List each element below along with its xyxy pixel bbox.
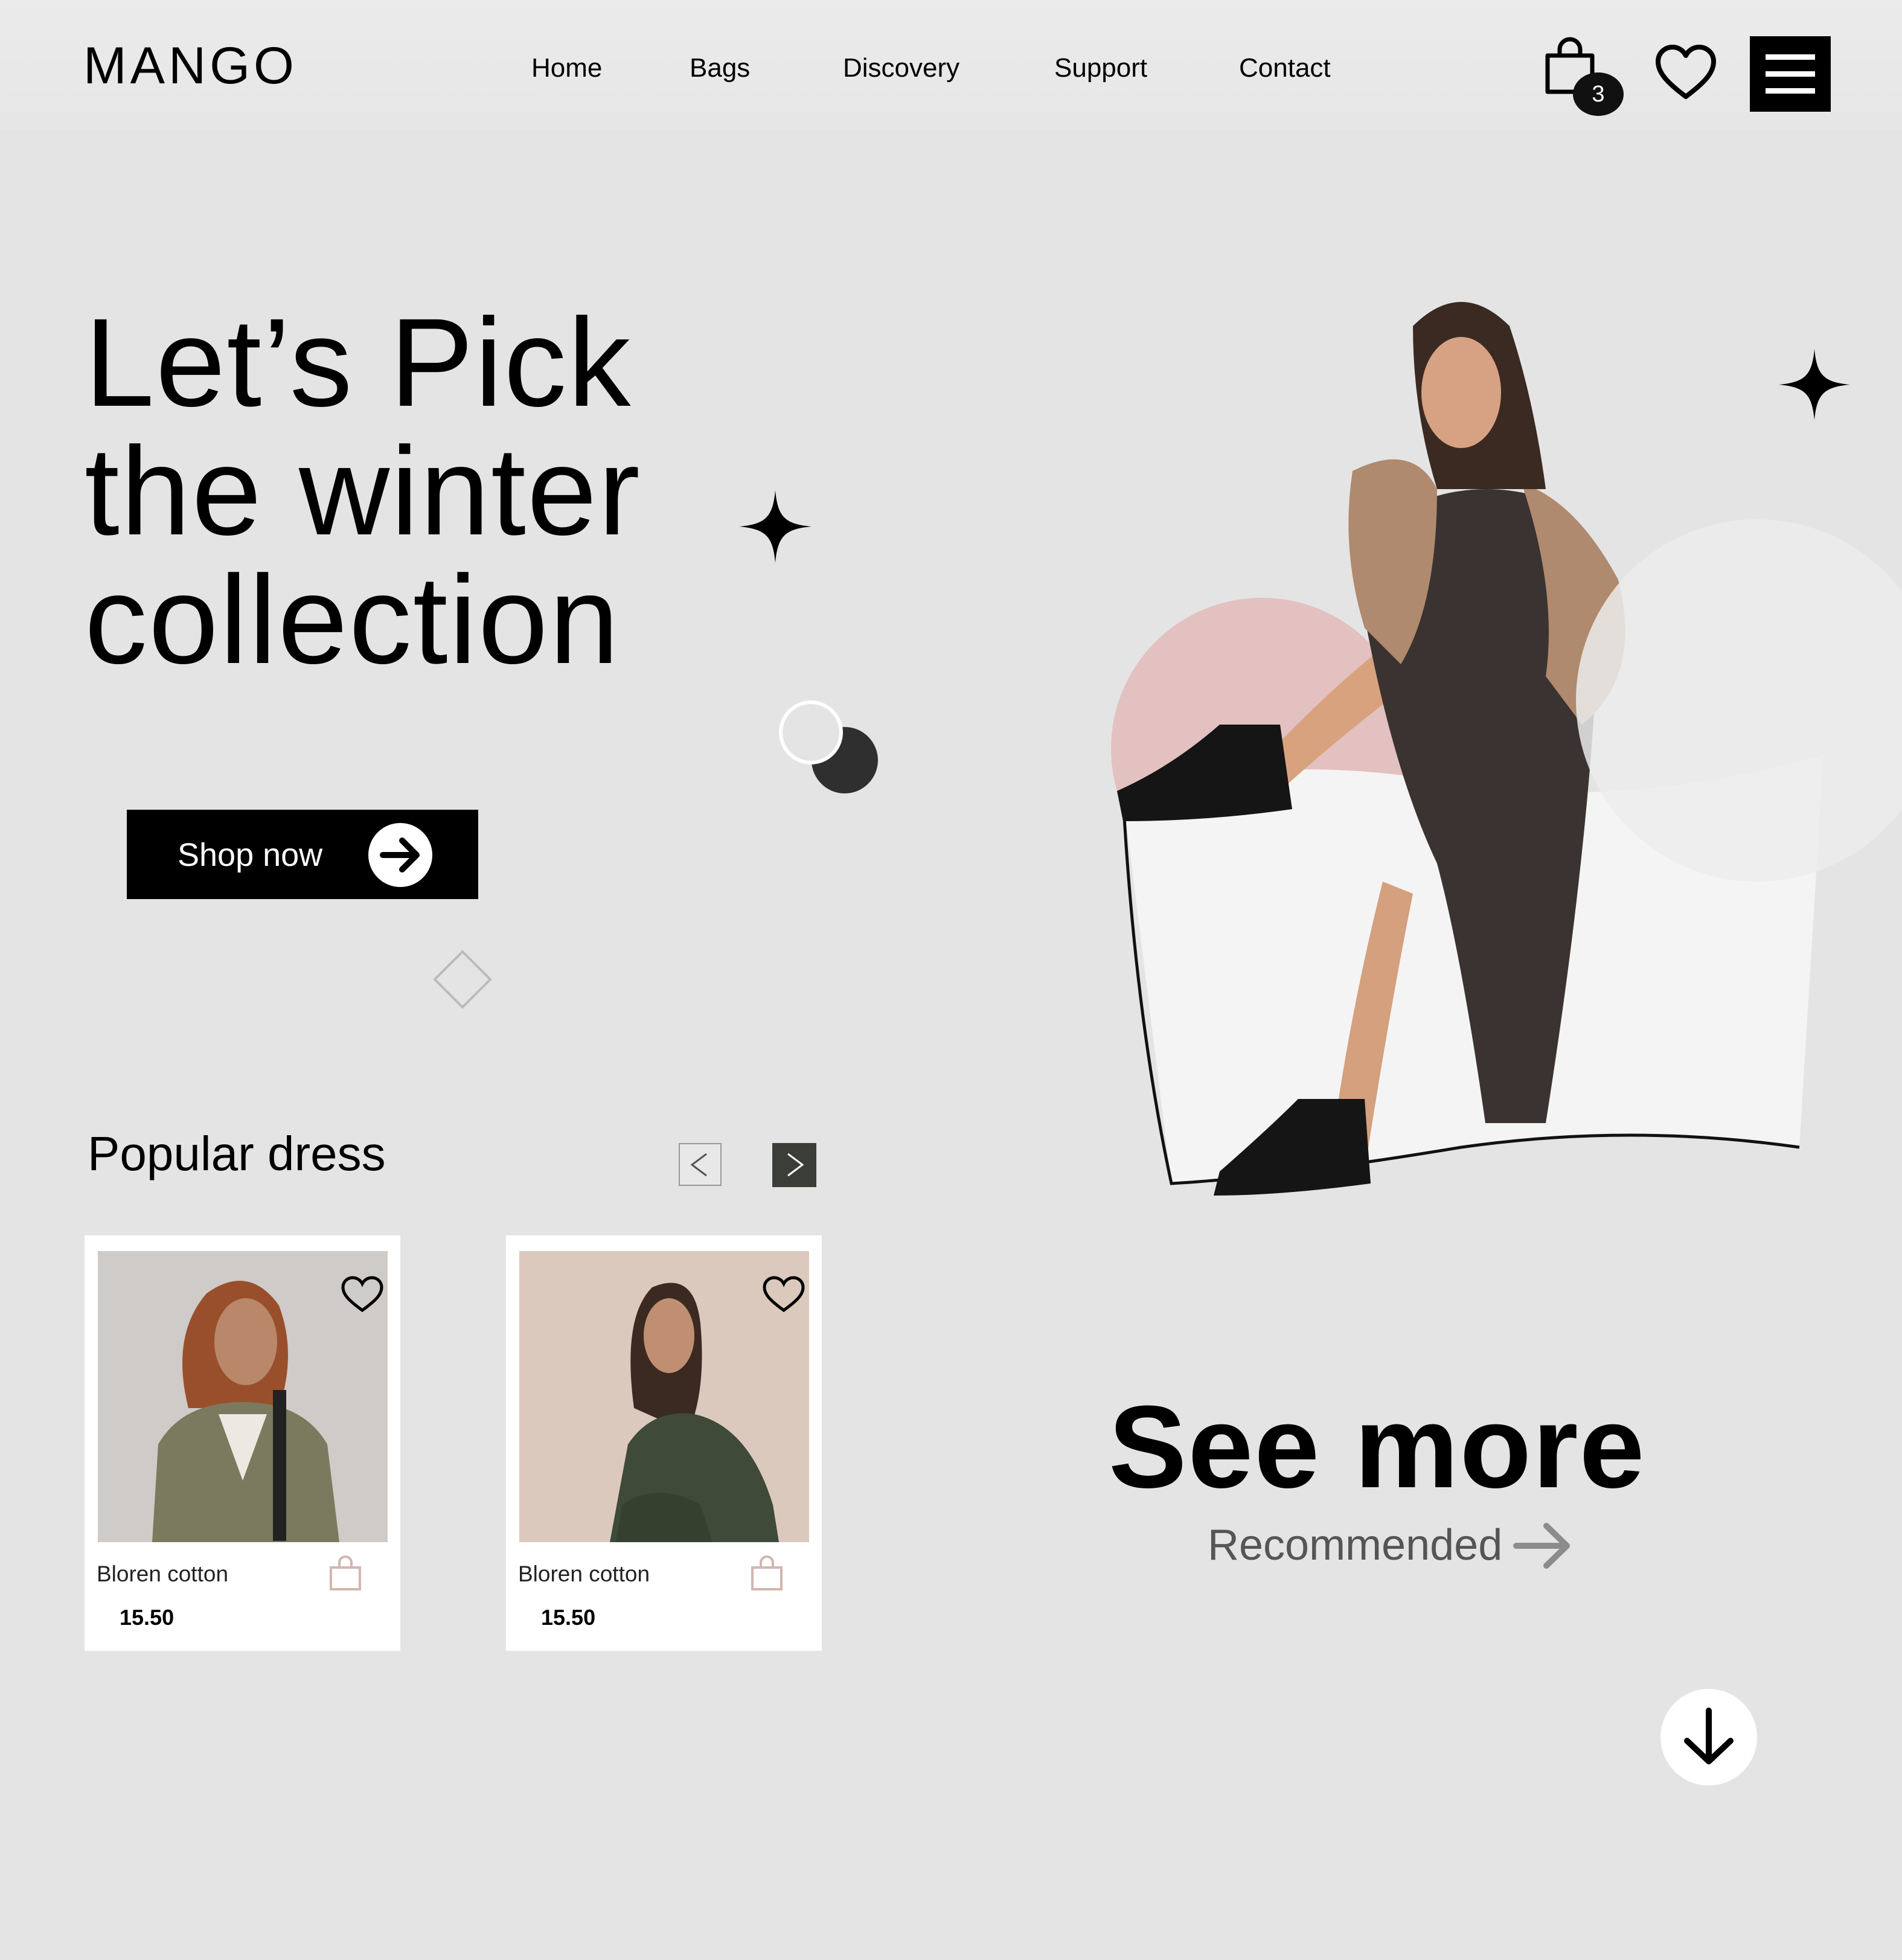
sparkle-icon [739, 490, 812, 563]
product-price: 15.50 [120, 1605, 175, 1630]
nav-item-contact[interactable]: Contact [1239, 53, 1331, 83]
hero-title-line: Let’s Pick [85, 293, 632, 433]
decor-diamond [433, 950, 492, 1009]
nav-item-discovery[interactable]: Discovery [843, 53, 959, 83]
product-name: Bloren cotton [518, 1561, 650, 1586]
recommended-link[interactable]: Recommended [1208, 1520, 1502, 1570]
menu-line [1766, 71, 1815, 77]
nav-item-home[interactable]: Home [531, 53, 602, 83]
scroll-down-button[interactable] [1660, 1689, 1757, 1785]
hero-title: Let’s Pick the winter collection [85, 299, 641, 685]
brand-logo[interactable]: MANGO [83, 36, 298, 96]
product-price: 15.50 [541, 1605, 596, 1630]
product-image[interactable] [519, 1251, 809, 1542]
shop-now-button[interactable]: Shop now [127, 810, 478, 899]
product-name: Bloren cotton [97, 1561, 229, 1586]
hero-title-line: the winter [85, 421, 641, 562]
heart-icon[interactable] [341, 1275, 384, 1314]
carousel-next-button[interactable] [772, 1143, 816, 1187]
product-card[interactable]: Bloren cotton 15.50 [506, 1235, 822, 1651]
menu-button[interactable] [1750, 36, 1831, 112]
product-card[interactable]: Bloren cotton 15.50 [85, 1235, 400, 1651]
nav-item-support[interactable]: Support [1054, 53, 1147, 83]
arrow-down-icon [1684, 1708, 1734, 1764]
shop-now-label: Shop now [178, 837, 323, 873]
heart-icon [1656, 45, 1716, 99]
nav-item-bags[interactable]: Bags [690, 53, 750, 83]
hamburger-menu-icon [1766, 54, 1815, 60]
bag-icon[interactable] [750, 1554, 784, 1592]
bag-icon[interactable] [328, 1554, 362, 1592]
popular-section-title: Popular dress [88, 1127, 386, 1180]
decor-outline-circle [779, 700, 843, 764]
heart-icon[interactable] [762, 1275, 805, 1314]
hero-model-image [1111, 302, 1902, 1196]
hero-title-line: collection [85, 550, 621, 690]
wishlist-button[interactable] [1654, 43, 1717, 101]
menu-line [1766, 88, 1815, 94]
cart-count-badge: 3 [1573, 72, 1624, 116]
cart-button[interactable]: 3 [1543, 36, 1624, 116]
see-more-title: See more [1109, 1382, 1646, 1513]
product-image[interactable] [98, 1251, 388, 1542]
arrow-right-icon [368, 823, 432, 887]
carousel-prev-button[interactable] [679, 1143, 722, 1186]
arrow-right-icon[interactable] [1513, 1519, 1573, 1573]
chevron-left-icon [690, 1153, 707, 1177]
chevron-right-icon [787, 1153, 804, 1177]
